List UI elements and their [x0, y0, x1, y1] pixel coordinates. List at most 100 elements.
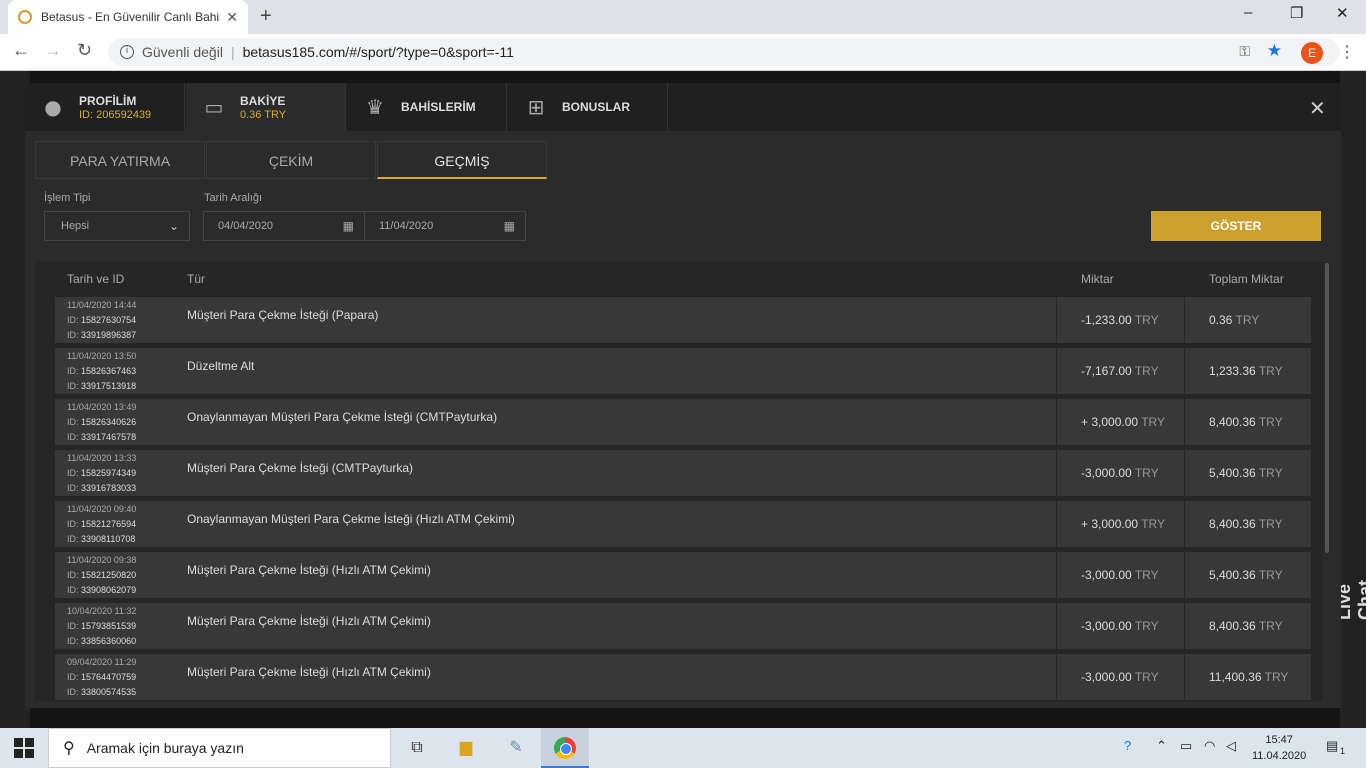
- site-right-edge: [1340, 71, 1366, 728]
- table-row[interactable]: 11/04/2020 13:33 ID: 15825974349 ID: 33916…: [55, 450, 1311, 496]
- table-row[interactable]: 10/04/2020 11:32 ID: 15793851539 ID: 33856…: [55, 603, 1311, 649]
- row-id-2-value: 33917467578: [81, 432, 137, 442]
- wifi-icon[interactable]: ◠: [1204, 738, 1215, 754]
- url-text[interactable]: betasus185.com/#/sport/?type=0&sport=-11: [243, 44, 514, 60]
- calendar-icon[interactable]: ▦: [504, 212, 515, 240]
- date-from-value: 04/04/2020: [218, 220, 274, 232]
- date-to-input[interactable]: 11/04/2020 ▦: [364, 211, 526, 241]
- browser-toolbar: ← → ↻ i Güvenli değil | betasus185.com/#…: [0, 34, 1366, 71]
- row-amount-currency: TRY: [1134, 619, 1159, 633]
- row-total-currency: TRY: [1264, 670, 1289, 684]
- row-type: Müşteri Para Çekme İsteği (CMTPayturka): [187, 461, 414, 475]
- header-type: Tür: [187, 272, 205, 286]
- row-total: 8,400.36 TRY: [1209, 415, 1283, 429]
- browser-tab[interactable]: Betasus - En Güvenilir Canlı Bahis ✕: [8, 0, 248, 34]
- row-type-cell: 11/04/2020 13:49 ID: 15826340626 ID: 33917…: [55, 399, 1056, 445]
- id-prefix: ID:: [67, 534, 79, 544]
- chevron-down-icon: ⌄: [168, 219, 179, 233]
- id-prefix: ID:: [67, 621, 79, 631]
- row-amount-value: -3,000.00: [1081, 568, 1132, 582]
- transaction-type-select[interactable]: Hepsi ⌄: [44, 211, 190, 241]
- tab-profile[interactable]: ● PROFİLİM ID: 206592439: [25, 83, 185, 131]
- row-total-value: 8,400.36: [1209, 517, 1256, 531]
- table-row[interactable]: 11/04/2020 09:40 ID: 15821276594 ID: 33908…: [55, 501, 1311, 547]
- row-id-2-value: 33916783033: [81, 483, 137, 493]
- row-amount-cell: -3,000.00 TRY: [1057, 450, 1184, 496]
- search-icon: ⚲: [63, 740, 75, 757]
- row-id-2-value: 33908062079: [81, 585, 137, 595]
- row-id-2-value: 33908110708: [81, 534, 136, 544]
- table-row[interactable]: 11/04/2020 14:44 ID: 15827630754 ID: 33919…: [55, 297, 1311, 343]
- row-id-2-value: 33856360060: [81, 636, 137, 646]
- bookmark-star-icon[interactable]: ★: [1267, 41, 1282, 61]
- restore-button[interactable]: ❐: [1290, 4, 1303, 22]
- row-amount-currency: TRY: [1134, 466, 1159, 480]
- row-amount-currency: TRY: [1134, 313, 1159, 327]
- minimize-button[interactable]: –: [1244, 4, 1252, 21]
- back-icon[interactable]: ←: [12, 40, 30, 61]
- row-amount-currency: TRY: [1134, 670, 1159, 684]
- address-separator: |: [230, 44, 235, 60]
- chrome-taskbar-button[interactable]: [541, 728, 589, 768]
- trophy-icon: ♛: [366, 95, 384, 119]
- row-type-cell: 09/04/2020 11:29 ID: 15764470759 ID: 33800…: [55, 654, 1056, 700]
- reload-icon[interactable]: ↻: [77, 40, 92, 61]
- row-total-value: 11,400.36: [1209, 670, 1262, 684]
- key-icon[interactable]: ⚿: [1239, 43, 1250, 60]
- taskbar-clock[interactable]: 15:47 11.04.2020: [1252, 732, 1306, 764]
- table-scrollbar-thumb[interactable]: [1325, 263, 1329, 553]
- browser-menu-icon[interactable]: ⋮: [1339, 42, 1355, 62]
- tab-close-icon[interactable]: ✕: [226, 9, 238, 26]
- calendar-icon[interactable]: ▦: [343, 212, 354, 240]
- subtab-history[interactable]: GEÇMİŞ: [377, 141, 547, 179]
- row-amount-currency: TRY: [1134, 364, 1159, 378]
- tab-bonuses[interactable]: ⊞ BONUSLAR: [508, 83, 668, 131]
- show-button[interactable]: GÖSTER: [1151, 211, 1321, 241]
- profile-avatar[interactable]: E: [1301, 42, 1323, 64]
- close-window-button[interactable]: ✕: [1336, 4, 1349, 22]
- modal-close-icon[interactable]: ✕: [1309, 96, 1326, 120]
- help-icon[interactable]: ?: [1124, 738, 1131, 753]
- account-modal: ● PROFİLİM ID: 206592439 ▭ BAKİYE 0.36 T…: [25, 83, 1341, 708]
- file-explorer-icon[interactable]: ▆: [453, 736, 479, 760]
- subtab-deposit[interactable]: PARA YATIRMA: [35, 141, 205, 179]
- notification-icon[interactable]: ▤: [1326, 738, 1338, 754]
- windows-start-icon[interactable]: [14, 738, 34, 758]
- row-amount-value: -1,233.00: [1081, 313, 1132, 327]
- table-row[interactable]: 11/04/2020 13:50 ID: 15826367463 ID: 33917…: [55, 348, 1311, 394]
- row-id-1: ID: 15825974349: [67, 468, 136, 478]
- row-total: 5,400.36 TRY: [1209, 466, 1283, 480]
- date-from-input[interactable]: 04/04/2020 ▦: [203, 211, 365, 241]
- volume-icon[interactable]: ◁: [1226, 738, 1236, 754]
- paint-icon[interactable]: ✎: [503, 736, 529, 760]
- new-tab-button[interactable]: +: [260, 5, 272, 28]
- row-id-2: ID: 33919896387: [67, 330, 136, 340]
- forward-icon[interactable]: →: [44, 40, 62, 61]
- row-amount: -3,000.00 TRY: [1081, 619, 1159, 633]
- address-bar[interactable]: i Güvenli değil | betasus185.com/#/sport…: [108, 38, 1340, 66]
- row-total-cell: 8,400.36 TRY: [1185, 399, 1311, 445]
- row-type: Düzeltme Alt: [187, 359, 255, 373]
- tab-profile-id: ID: 206592439: [79, 108, 152, 121]
- row-id-2: ID: 33908062079: [67, 585, 136, 595]
- taskbar-search[interactable]: ⚲ Aramak için buraya yazın: [48, 728, 391, 768]
- subtab-withdraw[interactable]: ÇEKİM: [206, 141, 376, 179]
- row-id-1: ID: 15821276594: [67, 519, 136, 529]
- tab-balance[interactable]: ▭ BAKİYE 0.36 TRY: [186, 83, 346, 131]
- info-icon[interactable]: i: [120, 45, 134, 59]
- clock-time: 15:47: [1265, 734, 1293, 746]
- row-total-currency: TRY: [1258, 517, 1283, 531]
- header-date-id: Tarih ve ID: [67, 272, 125, 286]
- task-view-icon[interactable]: ⧉: [404, 736, 430, 760]
- table-row[interactable]: 11/04/2020 13:49 ID: 15826340626 ID: 33917…: [55, 399, 1311, 445]
- tray-chevron-icon[interactable]: ⌃: [1156, 738, 1167, 754]
- battery-icon[interactable]: ▭: [1180, 738, 1192, 754]
- table-row[interactable]: 11/04/2020 09:38 ID: 15821250820 ID: 33908…: [55, 552, 1311, 598]
- row-id-1: ID: 15764470759: [67, 672, 136, 682]
- tab-my-bets[interactable]: ♛ BAHİSLERİM: [347, 83, 507, 131]
- table-row[interactable]: 09/04/2020 11:29 ID: 15764470759 ID: 33800…: [55, 654, 1311, 700]
- row-amount-cell: -7,167.00 TRY: [1057, 348, 1184, 394]
- row-total: 8,400.36 TRY: [1209, 619, 1283, 633]
- row-total-currency: TRY: [1235, 313, 1260, 327]
- row-total: 8,400.36 TRY: [1209, 517, 1283, 531]
